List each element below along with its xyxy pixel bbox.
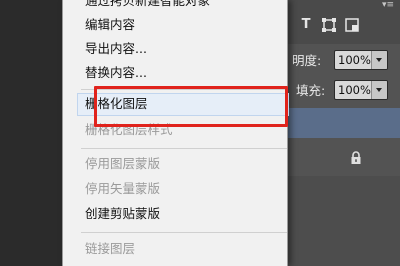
shape-filter-icon[interactable] — [321, 17, 337, 33]
menu-separator — [81, 89, 287, 90]
context-menu: 通过拷贝新建智能对象 编辑内容 导出内容... 替换内容... 栅格化图层 栅格… — [62, 0, 289, 266]
layers-list-empty — [288, 176, 400, 266]
canvas-area — [0, 0, 62, 266]
fill-label: 填充: — [296, 83, 326, 98]
opacity-value: 100% — [338, 53, 371, 67]
menu-item-link-layers[interactable]: 链接图层 — [85, 240, 135, 258]
menu-separator — [81, 148, 287, 149]
menu-item-disable-vector-mask[interactable]: 停用矢量蒙版 — [85, 180, 160, 198]
opacity-label: 明度: — [292, 53, 322, 68]
fill-value: 100% — [338, 83, 371, 97]
menu-item-edit-contents[interactable]: 编辑内容 — [85, 16, 135, 34]
layer-filter-icons: T — [298, 17, 360, 33]
layer-row[interactable] — [288, 140, 400, 174]
menu-item-new-smart-object-via-copy[interactable]: 通过拷贝新建智能对象 — [85, 0, 210, 10]
menu-item-rasterize-layer[interactable]: 栅格化图层 — [85, 95, 148, 113]
fill-row: 填充: 100% — [288, 76, 400, 106]
menu-item-replace-contents[interactable]: 替换内容... — [85, 64, 147, 82]
menu-separator — [81, 232, 287, 233]
smart-object-filter-icon[interactable] — [344, 17, 360, 33]
chevron-down-icon[interactable] — [371, 51, 387, 69]
layers-panel-header: ▾≡ T — [288, 0, 400, 44]
panel-menu-icon[interactable]: ▾≡ — [382, 0, 394, 10]
menu-item-rasterize-layer-style[interactable]: 栅格化图层样式 — [85, 121, 173, 139]
opacity-row: 明度: 100% — [288, 46, 400, 76]
menu-item-disable-layer-mask[interactable]: 停用图层蒙版 — [85, 155, 160, 173]
fill-select[interactable]: 100% — [334, 80, 388, 100]
chevron-down-icon[interactable] — [371, 81, 387, 99]
text-filter-icon[interactable]: T — [298, 17, 314, 33]
menu-item-create-clipping-mask[interactable]: 创建剪贴蒙版 — [85, 205, 160, 223]
layers-panel: ▾≡ T 明度: 100% 填充: 100% — [288, 0, 400, 266]
menu-item-export-contents[interactable]: 导出内容... — [85, 40, 147, 58]
lock-icon — [350, 150, 362, 164]
opacity-select[interactable]: 100% — [334, 50, 388, 70]
selected-layer-row[interactable] — [288, 108, 400, 138]
